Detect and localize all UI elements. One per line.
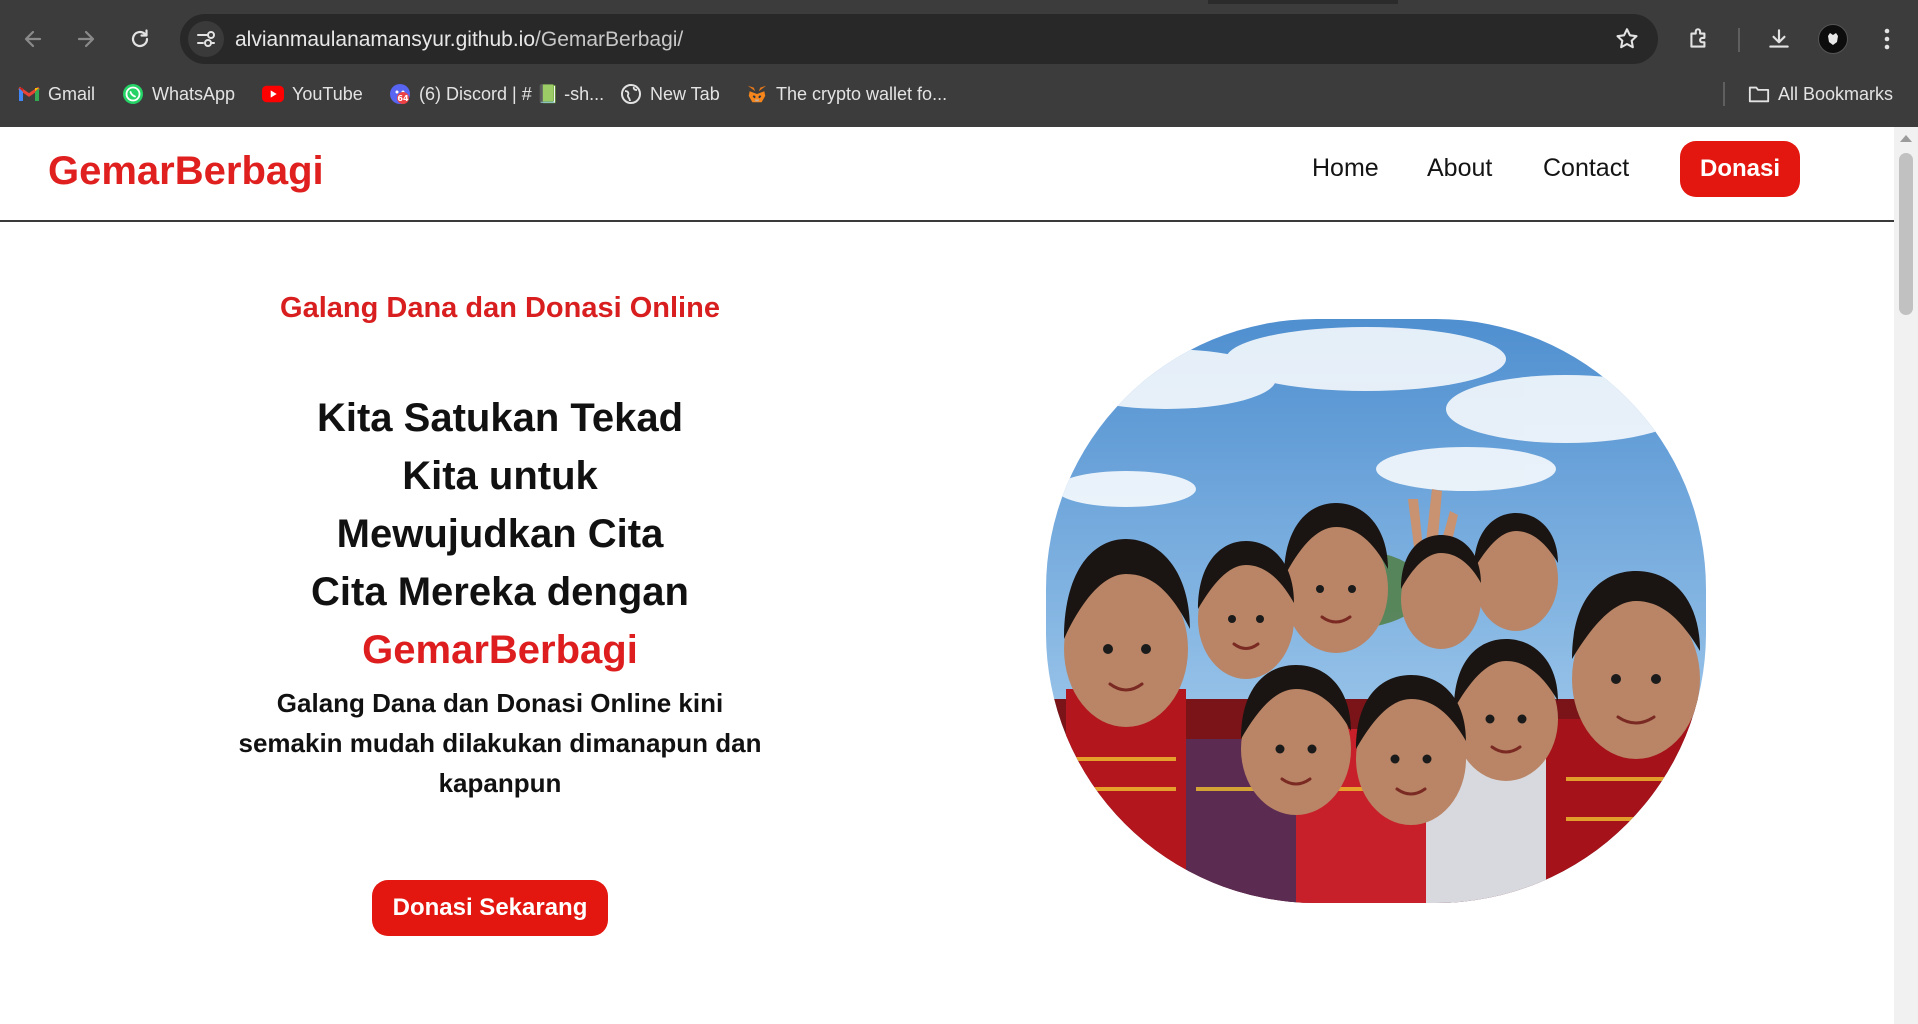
children-photo-illustration — [1046, 319, 1706, 903]
bookmark-gmail[interactable]: Gmail — [18, 80, 95, 108]
bookmark-metamask[interactable]: The crypto wallet fo... — [746, 80, 947, 108]
folder-icon — [1748, 83, 1770, 105]
bookmark-label: WhatsApp — [152, 83, 236, 104]
all-bookmarks-label: All Bookmarks — [1778, 83, 1894, 104]
hero-headline-brand: GemarBerbagi — [362, 628, 638, 672]
web-page: GemarBerbagi Home About Contact Donasi G… — [0, 127, 1894, 1024]
page-scrollbar[interactable] — [1894, 127, 1918, 1024]
bookmark-label: Gmail — [48, 83, 96, 104]
profile-icon — [1828, 33, 1838, 45]
nav-link-home[interactable]: Home — [1312, 154, 1379, 183]
tab-edge — [1208, 0, 1398, 4]
hero-eyebrow: Galang Dana dan Donasi Online — [280, 292, 720, 324]
scrollbar-thumb[interactable] — [1899, 153, 1913, 315]
bookmark-whatsapp[interactable]: WhatsApp — [122, 80, 235, 108]
hero-headline: Kita Satukan Tekad Kita untuk Mewujudkan… — [300, 389, 700, 679]
site-navbar: GemarBerbagi Home About Contact Donasi — [0, 127, 1894, 222]
nav-donate-button[interactable]: Donasi — [1680, 141, 1800, 197]
star-icon — [1616, 28, 1638, 49]
bookmark-label: The crypto wallet fo... — [776, 83, 948, 104]
hero-headline-text: Kita Satukan Tekad Kita untuk Mewujudkan… — [311, 396, 689, 614]
donate-now-button[interactable]: Donasi Sekarang — [372, 880, 608, 936]
youtube-icon — [262, 83, 284, 105]
download-icon — [1769, 29, 1789, 48]
puzzle-icon — [1690, 28, 1706, 48]
forward-arrow-icon — [77, 30, 95, 48]
downloads-button[interactable] — [1763, 23, 1795, 55]
discord-icon: 64 — [389, 83, 411, 105]
url-domain: alvianmaulanamansyur.github.io — [235, 28, 536, 51]
bookmark-youtube[interactable]: YouTube — [262, 80, 363, 108]
back-button[interactable] — [17, 23, 49, 55]
hero-subtext: Galang Dana dan Donasi Online kini semak… — [238, 688, 762, 798]
bookmark-label: YouTube — [292, 83, 363, 104]
bookmarks-separator — [1723, 82, 1725, 106]
scroll-up-arrow-icon[interactable] — [1900, 135, 1912, 142]
profile-avatar[interactable] — [1818, 24, 1848, 54]
more-vertical-icon — [1884, 28, 1890, 50]
bookmark-star-button[interactable] — [1614, 26, 1640, 57]
bookmark-discord[interactable]: 64 (6) Discord | # 📗 -sh... — [389, 80, 604, 108]
bookmark-label: (6) Discord | # 📗 -sh... — [419, 83, 605, 104]
metamask-icon — [746, 83, 768, 105]
url-path: /GemarBerbagi/ — [535, 28, 684, 51]
all-bookmarks-button[interactable]: All Bookmarks — [1748, 80, 1893, 108]
url-text[interactable]: alvianmaulanamansyur.github.io/GemarBerb… — [235, 28, 683, 52]
tune-icon — [197, 31, 215, 47]
browser-chrome: alvianmaulanamansyur.github.io/GemarBerb… — [0, 0, 1918, 127]
forward-button[interactable] — [70, 23, 102, 55]
browser-menu-button[interactable] — [1871, 23, 1903, 55]
hero-image — [1046, 319, 1706, 903]
address-bar[interactable]: alvianmaulanamansyur.github.io/GemarBerb… — [180, 14, 1658, 64]
globe-icon — [620, 83, 642, 105]
gmail-icon — [18, 83, 40, 105]
bookmark-label: New Tab — [650, 83, 720, 104]
extensions-button[interactable] — [1683, 23, 1715, 55]
discord-badge: 64 — [397, 94, 409, 103]
browser-toolbar: alvianmaulanamansyur.github.io/GemarBerb… — [0, 10, 1918, 68]
nav-link-contact[interactable]: Contact — [1543, 154, 1629, 183]
reload-icon — [131, 29, 149, 48]
nav-link-about[interactable]: About — [1427, 154, 1492, 183]
reload-button[interactable] — [124, 23, 156, 55]
back-arrow-icon — [24, 30, 42, 48]
site-logo[interactable]: GemarBerbagi — [48, 149, 324, 194]
site-info-button[interactable] — [188, 21, 224, 57]
whatsapp-icon — [122, 83, 144, 105]
bookmark-new-tab[interactable]: New Tab — [620, 80, 720, 108]
toolbar-separator — [1738, 28, 1740, 52]
bookmarks-bar: Gmail WhatsApp YouTube 64 (6) Discord | … — [0, 76, 1918, 112]
